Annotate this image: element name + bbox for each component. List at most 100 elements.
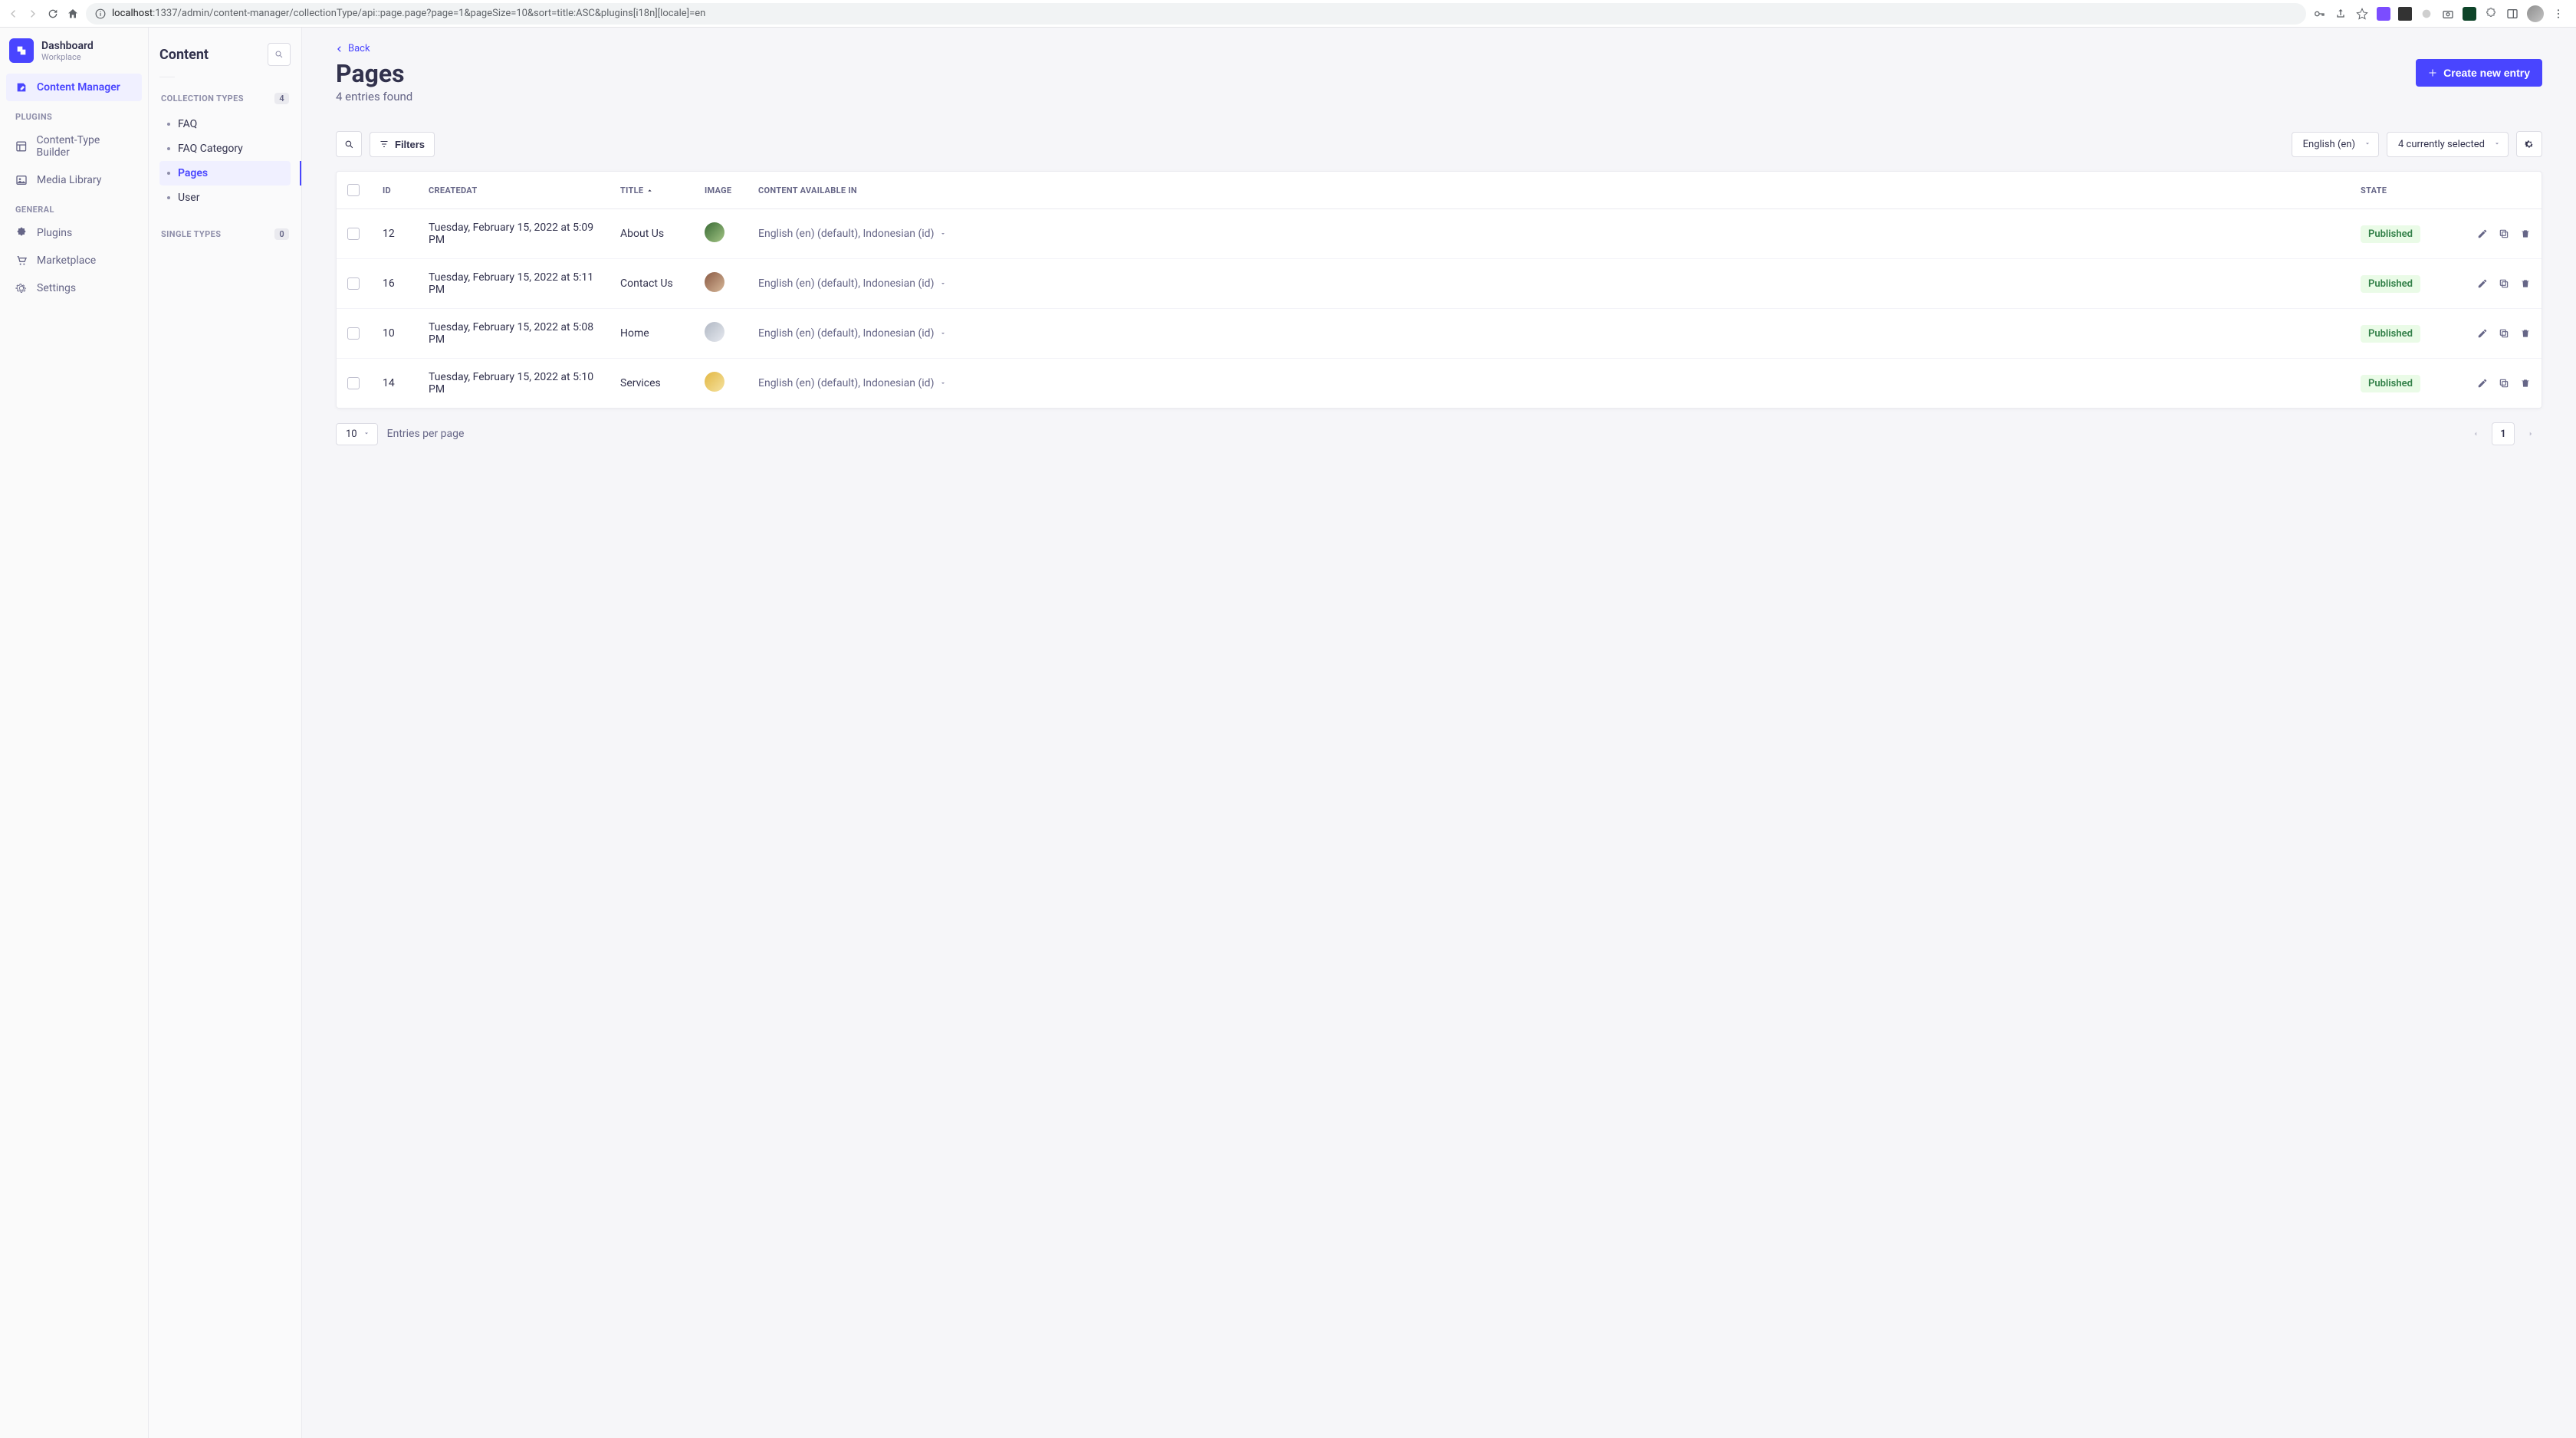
select-all-checkbox[interactable] xyxy=(347,184,360,196)
entries-table: ID CreatedAt Title Image Content availab… xyxy=(337,172,2542,408)
filter-icon xyxy=(380,140,389,149)
address-bar[interactable]: localhost:1337/admin/content-manager/col… xyxy=(86,3,2306,25)
copy-icon[interactable] xyxy=(2499,278,2509,289)
collection-type-item[interactable]: User xyxy=(159,185,291,210)
state-badge: Published xyxy=(2361,375,2420,392)
trash-icon[interactable] xyxy=(2520,228,2531,239)
nav-content-manager[interactable]: Content Manager xyxy=(6,74,142,101)
trash-icon[interactable] xyxy=(2520,378,2531,389)
col-title[interactable]: Title xyxy=(610,172,694,209)
columns-select[interactable]: 4 currently selected xyxy=(2387,132,2509,157)
cell-locales[interactable]: English (en) (default), Indonesian (id) xyxy=(758,327,946,340)
cell-createdat: Tuesday, February 15, 2022 at 5:10 PM xyxy=(418,359,610,409)
brand-subtitle: Workplace xyxy=(41,52,94,62)
collection-type-item[interactable]: FAQ Category xyxy=(159,136,291,161)
key-icon[interactable] xyxy=(2312,7,2326,21)
site-info-icon[interactable] xyxy=(94,7,107,21)
profile-avatar[interactable] xyxy=(2527,5,2544,22)
content-panel: Content Collection Types 4 FAQFAQ Catego… xyxy=(149,28,302,1438)
collection-type-item[interactable]: Pages xyxy=(159,161,291,185)
brand-title: Dashboard xyxy=(41,40,94,52)
nav-plugins[interactable]: Plugins xyxy=(6,219,142,247)
prev-page-button[interactable] xyxy=(2464,422,2487,445)
search-icon xyxy=(274,50,284,59)
nav-content-type-builder[interactable]: Content-Type Builder xyxy=(6,126,142,166)
next-page-button[interactable] xyxy=(2519,422,2542,445)
copy-icon[interactable] xyxy=(2499,228,2509,239)
search-button[interactable] xyxy=(336,131,362,157)
back-link[interactable]: Back xyxy=(336,43,370,54)
row-checkbox[interactable] xyxy=(347,228,360,240)
content-search-button[interactable] xyxy=(268,43,291,66)
cell-title: Contact Us xyxy=(610,259,694,309)
nav-marketplace[interactable]: Marketplace xyxy=(6,247,142,274)
table-row[interactable]: 16 Tuesday, February 15, 2022 at 5:11 PM… xyxy=(337,259,2542,309)
cell-locales[interactable]: English (en) (default), Indonesian (id) xyxy=(758,377,946,389)
table-row[interactable]: 12 Tuesday, February 15, 2022 at 5:09 PM… xyxy=(337,209,2542,259)
nav-label: Plugins xyxy=(37,227,72,239)
edit-icon[interactable] xyxy=(2477,278,2488,289)
star-icon[interactable] xyxy=(2355,7,2369,21)
locale-select[interactable]: English (en) xyxy=(2292,132,2379,157)
edit-icon[interactable] xyxy=(2477,378,2488,389)
extension-icon[interactable] xyxy=(2420,7,2433,21)
page-number[interactable]: 1 xyxy=(2492,422,2515,445)
chevron-down-icon xyxy=(940,228,946,240)
collection-type-item[interactable]: FAQ xyxy=(159,112,291,136)
nav-back-icon[interactable] xyxy=(6,7,20,21)
share-icon[interactable] xyxy=(2334,7,2348,21)
nav-settings[interactable]: Settings xyxy=(6,274,142,302)
cell-id: 12 xyxy=(372,209,418,259)
image-icon xyxy=(15,174,28,186)
gear-icon xyxy=(15,282,28,294)
row-checkbox[interactable] xyxy=(347,377,360,389)
filters-button[interactable]: Filters xyxy=(370,132,435,157)
kebab-icon[interactable] xyxy=(2551,7,2565,21)
cell-locales[interactable]: English (en) (default), Indonesian (id) xyxy=(758,277,946,290)
brand[interactable]: Dashboard Workplace xyxy=(6,35,142,74)
extension-icon[interactable] xyxy=(2463,7,2476,21)
camera-icon[interactable] xyxy=(2441,7,2455,21)
table-row[interactable]: 10 Tuesday, February 15, 2022 at 5:08 PM… xyxy=(337,309,2542,359)
cell-createdat: Tuesday, February 15, 2022 at 5:09 PM xyxy=(418,209,610,259)
reload-icon[interactable] xyxy=(46,7,60,21)
gear-icon xyxy=(2524,139,2535,149)
cell-locales[interactable]: English (en) (default), Indonesian (id) xyxy=(758,228,946,240)
sort-asc-icon xyxy=(646,187,653,194)
cell-title: About Us xyxy=(610,209,694,259)
chevron-down-icon xyxy=(940,327,946,340)
table-row[interactable]: 14 Tuesday, February 15, 2022 at 5:10 PM… xyxy=(337,359,2542,409)
edit-icon[interactable] xyxy=(2477,328,2488,339)
col-content-available[interactable]: Content available in xyxy=(748,172,2350,209)
create-entry-button[interactable]: Create new entry xyxy=(2416,59,2542,87)
copy-icon[interactable] xyxy=(2499,378,2509,389)
extensions-puzzle-icon[interactable] xyxy=(2484,7,2498,21)
cell-createdat: Tuesday, February 15, 2022 at 5:11 PM xyxy=(418,259,610,309)
nav-media-library[interactable]: Media Library xyxy=(6,166,142,194)
browser-chrome: localhost:1337/admin/content-manager/col… xyxy=(0,0,2576,28)
col-createdat[interactable]: CreatedAt xyxy=(418,172,610,209)
row-checkbox[interactable] xyxy=(347,277,360,290)
edit-icon[interactable] xyxy=(2477,228,2488,239)
panel-icon[interactable] xyxy=(2505,7,2519,21)
cell-title: Services xyxy=(610,359,694,409)
home-icon[interactable] xyxy=(66,7,80,21)
nav-label: Content Manager xyxy=(37,81,120,94)
col-state[interactable]: State xyxy=(2350,172,2442,209)
table-settings-button[interactable] xyxy=(2516,131,2542,157)
nav-forward-icon[interactable] xyxy=(26,7,40,21)
thumbnail xyxy=(705,222,724,242)
bullet-icon xyxy=(167,196,170,199)
per-page-select[interactable]: 10 xyxy=(336,423,378,445)
col-id[interactable]: ID xyxy=(372,172,418,209)
chevron-down-icon xyxy=(363,428,370,440)
single-count-badge: 0 xyxy=(274,228,289,240)
row-checkbox[interactable] xyxy=(347,327,360,340)
extension-icon[interactable] xyxy=(2398,7,2412,21)
trash-icon[interactable] xyxy=(2520,328,2531,339)
trash-icon[interactable] xyxy=(2520,278,2531,289)
copy-icon[interactable] xyxy=(2499,328,2509,339)
extension-icon[interactable] xyxy=(2377,7,2390,21)
plus-icon xyxy=(2428,68,2437,77)
col-image[interactable]: Image xyxy=(694,172,748,209)
